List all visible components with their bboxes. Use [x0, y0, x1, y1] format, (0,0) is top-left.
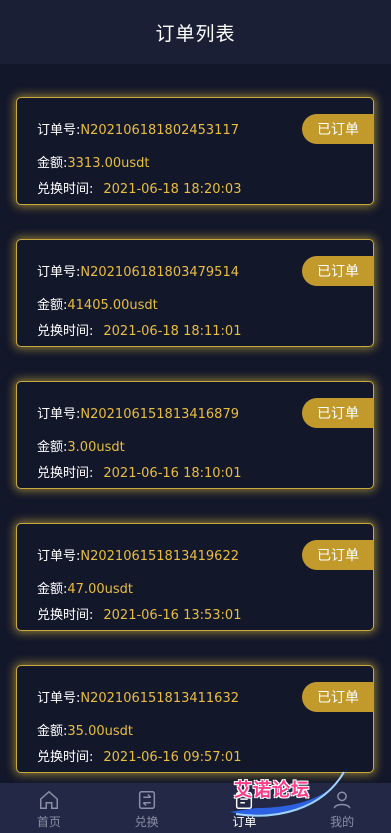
amount-value: 3.00usdt: [67, 440, 125, 455]
order-card[interactable]: 订单号:N202106151813411632 金额:35.00usdt 兑换时…: [16, 665, 374, 773]
order-number-row: 订单号:N202106151813411632: [37, 687, 239, 706]
amount-value: 47.00usdt: [67, 582, 133, 597]
order-number-row: 订单号:N202106181803479514: [37, 261, 239, 280]
order-number-row: 订单号:N202106181802453117: [37, 119, 239, 138]
redeem-time-value: 2021-06-16 09:57:01: [103, 750, 242, 765]
redeem-time-row: 兑换时间: 2021-06-16 18:10:01: [37, 462, 241, 481]
order-number-label: 订单号:: [37, 265, 81, 280]
tab-exchange[interactable]: 兑换: [98, 783, 196, 833]
redeem-time-value: 2021-06-16 13:53:01: [103, 608, 242, 623]
order-number-value: N202106151813411632: [80, 691, 239, 706]
amount-value: 3313.00usdt: [67, 156, 150, 171]
amount-row: 金额:47.00usdt: [37, 578, 133, 597]
redeem-time-row: 兑换时间: 2021-06-18 18:20:03: [37, 178, 241, 197]
order-icon: [236, 790, 253, 809]
amount-label: 金额:: [37, 582, 68, 597]
status-badge: 已订单: [302, 398, 374, 428]
exchange-icon: [138, 791, 155, 809]
app-header: 订单列表: [0, 0, 391, 64]
redeem-time-row: 兑换时间: 2021-06-16 09:57:01: [37, 746, 241, 765]
tab-exchange-label: 兑换: [134, 815, 159, 829]
redeem-time-label: 兑换时间:: [37, 182, 94, 197]
redeem-time-row: 兑换时间: 2021-06-18 18:11:01: [37, 320, 241, 339]
home-icon: [39, 790, 58, 809]
amount-row: 金额:41405.00usdt: [37, 294, 158, 313]
tab-profile-label: 我的: [330, 815, 355, 829]
tab-profile[interactable]: 我的: [293, 783, 391, 833]
tab-orders-label: 订单: [232, 815, 257, 829]
amount-row: 金额:3.00usdt: [37, 436, 125, 455]
order-number-label: 订单号:: [37, 123, 81, 138]
order-number-row: 订单号:N202106151813416879: [37, 403, 239, 422]
amount-label: 金额:: [37, 440, 68, 455]
status-badge: 已订单: [302, 256, 374, 286]
order-card[interactable]: 订单号:N202106181802453117 金额:3313.00usdt 兑…: [16, 97, 374, 205]
order-card[interactable]: 订单号:N202106181803479514 金额:41405.00usdt …: [16, 239, 374, 347]
order-number-label: 订单号:: [37, 691, 81, 706]
redeem-time-value: 2021-06-18 18:11:01: [103, 324, 242, 339]
redeem-time-row: 兑换时间: 2021-06-16 13:53:01: [37, 604, 241, 623]
order-number-value: N202106181803479514: [80, 265, 239, 280]
page-title: 订单列表: [155, 22, 236, 45]
order-number-row: 订单号:N202106151813419622: [37, 545, 239, 564]
amount-value: 41405.00usdt: [67, 298, 158, 313]
amount-value: 35.00usdt: [67, 724, 133, 739]
tab-home-label: 首页: [36, 815, 61, 829]
order-card[interactable]: 订单号:N202106151813416879 金额:3.00usdt 兑换时间…: [16, 381, 374, 489]
redeem-time-label: 兑换时间:: [37, 466, 94, 481]
redeem-time-value: 2021-06-16 18:10:01: [103, 466, 242, 481]
amount-row: 金额:35.00usdt: [37, 720, 133, 739]
user-icon: [333, 791, 351, 809]
order-number-value: N202106151813419622: [80, 549, 239, 564]
status-badge: 已订单: [302, 540, 374, 570]
order-number-label: 订单号:: [37, 407, 81, 422]
amount-row: 金额:3313.00usdt: [37, 152, 150, 171]
amount-label: 金额:: [37, 298, 68, 313]
status-badge: 已订单: [302, 114, 374, 144]
redeem-time-label: 兑换时间:: [37, 750, 94, 765]
redeem-time-value: 2021-06-18 18:20:03: [103, 182, 242, 197]
order-number-label: 订单号:: [37, 549, 81, 564]
status-badge: 已订单: [302, 682, 374, 712]
tab-orders[interactable]: 订单: [196, 783, 294, 833]
redeem-time-label: 兑换时间:: [37, 608, 94, 623]
order-number-value: N202106151813416879: [80, 407, 239, 422]
redeem-time-label: 兑换时间:: [37, 324, 94, 339]
order-number-value: N202106181802453117: [80, 123, 239, 138]
order-card[interactable]: 订单号:N202106151813419622 金额:47.00usdt 兑换时…: [16, 523, 374, 631]
tab-home[interactable]: 首页: [0, 783, 98, 833]
bottom-tab-bar: 首页 兑换 订单 我的: [0, 783, 391, 833]
amount-label: 金额:: [37, 156, 68, 171]
amount-label: 金额:: [37, 724, 68, 739]
